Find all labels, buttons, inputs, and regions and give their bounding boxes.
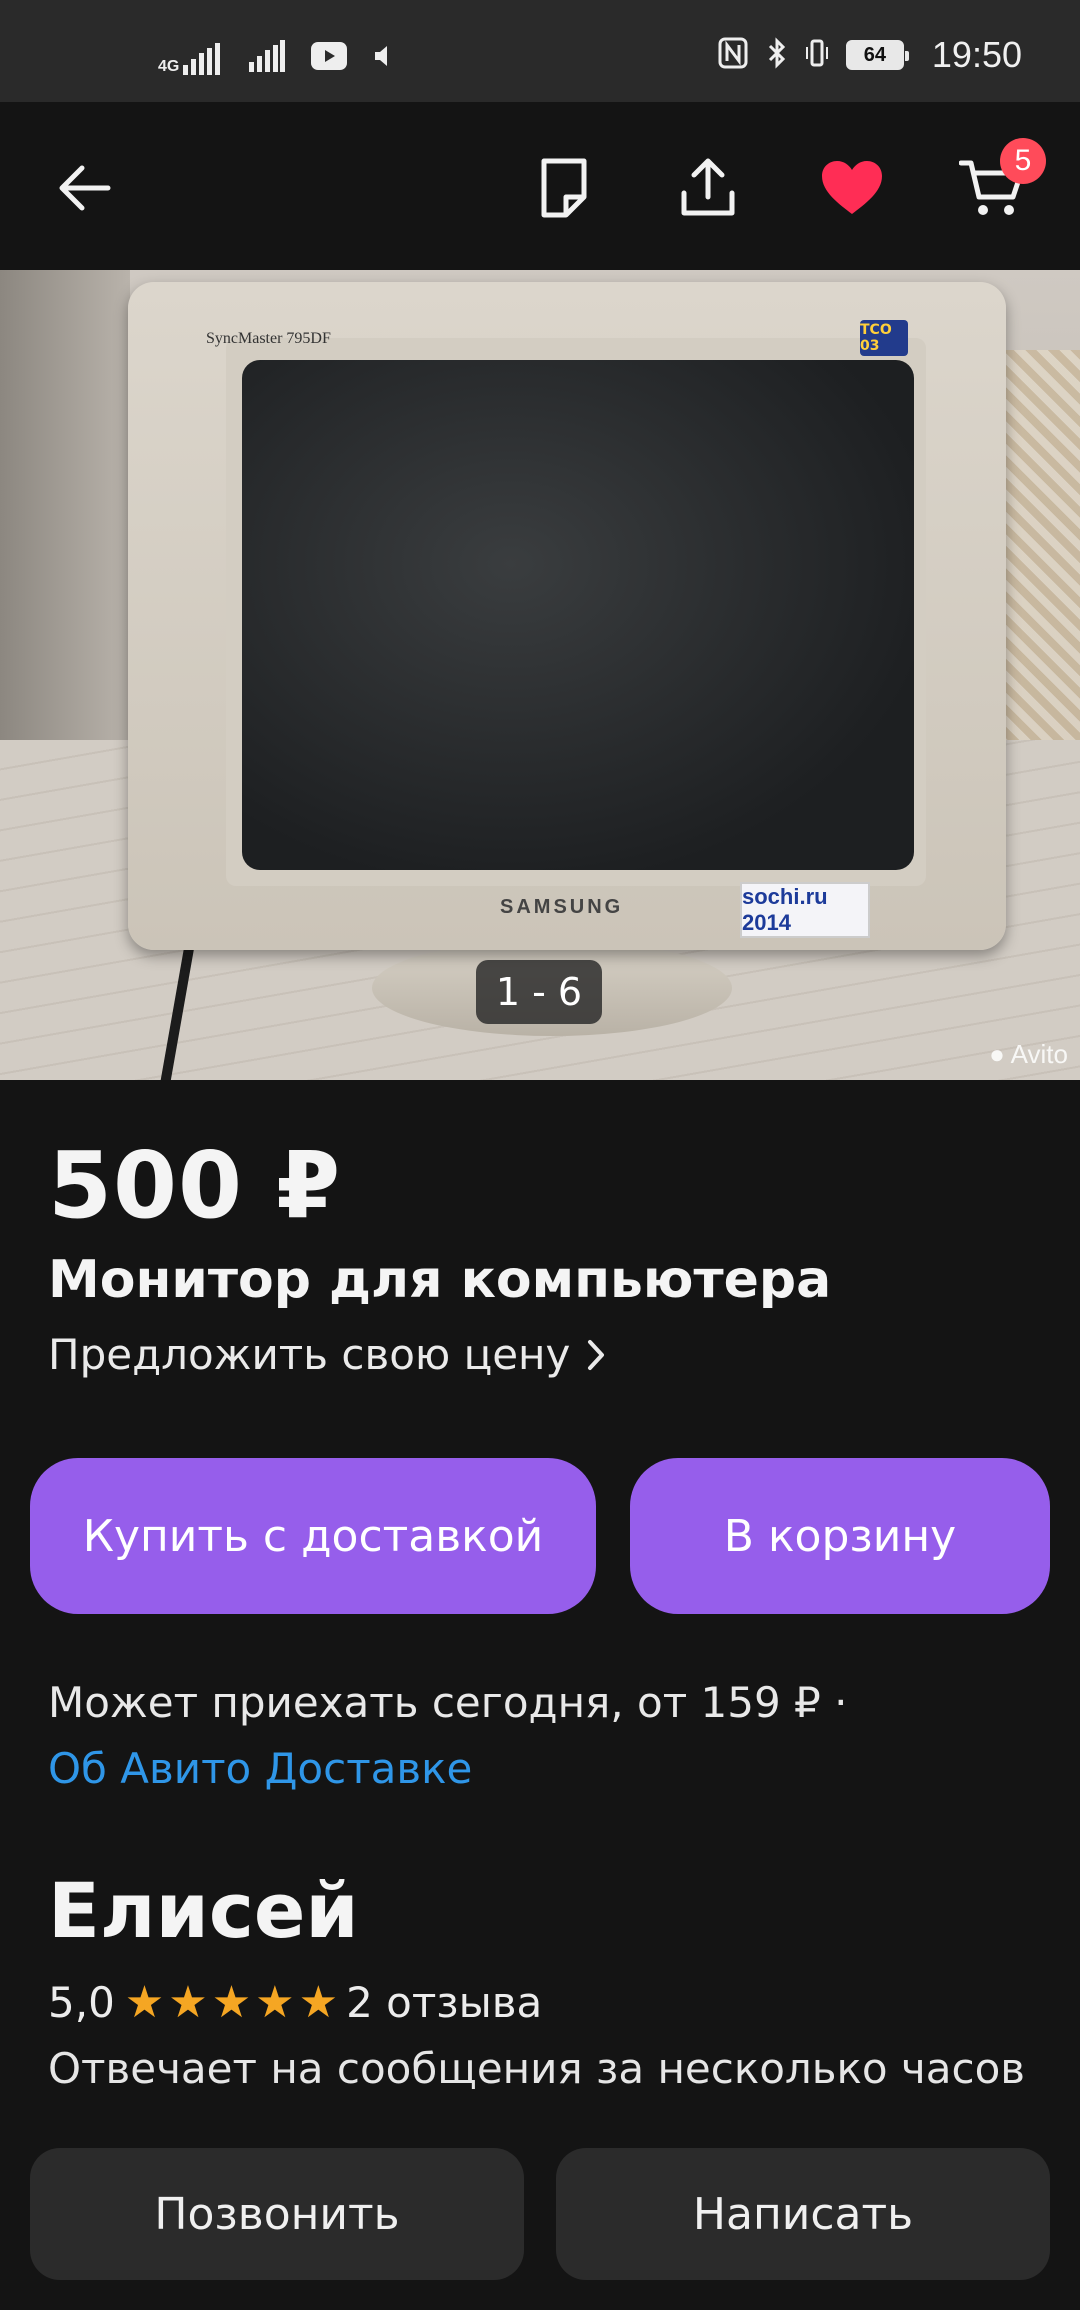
photo-bg-left xyxy=(0,270,130,750)
offer-price-label: Предложить свою цену xyxy=(48,1330,571,1379)
photo-gallery[interactable]: SyncMaster 795DF TCO 03 SAMSUNG sochi.ru… xyxy=(0,270,1080,1080)
buy-with-delivery-button[interactable]: Купить с доставкой xyxy=(30,1458,596,1614)
rating-stars: ★ ★ ★ ★ ★ xyxy=(124,1976,339,2028)
status-bar: 4G 64 19:50 xyxy=(0,0,1080,102)
cart-button[interactable]: 5 xyxy=(950,138,1046,230)
listing-page: 4G 64 19:50 5 SyncMaster 795DF TCO 03 SA… xyxy=(0,0,1080,2310)
volume-mute-icon xyxy=(373,44,393,73)
cart-count-badge: 5 xyxy=(1000,138,1046,184)
battery-level: 64 xyxy=(863,43,887,66)
star-icon: ★ xyxy=(298,1976,339,2028)
monitor-photo: SyncMaster 795DF TCO 03 SAMSUNG sochi.ru… xyxy=(128,282,1006,950)
seller-rating[interactable]: 5,0 ★ ★ ★ ★ ★ 2 отзыва xyxy=(48,1978,542,2027)
monitor-brand-label: SAMSUNG xyxy=(500,896,624,918)
star-icon: ★ xyxy=(211,1976,252,2028)
top-app-bar: 5 xyxy=(0,102,1080,270)
note-icon xyxy=(541,158,587,218)
share-icon xyxy=(681,158,735,216)
bluetooth-icon xyxy=(766,36,788,74)
status-left: 4G xyxy=(158,40,393,77)
back-button[interactable] xyxy=(42,146,126,230)
back-arrow-icon xyxy=(59,165,111,211)
star-icon: ★ xyxy=(124,1976,165,2028)
tco-sticker: TCO 03 xyxy=(860,320,908,356)
price: 500 ₽ xyxy=(48,1132,342,1239)
chevron-right-icon xyxy=(588,1339,605,1370)
monitor-screen xyxy=(242,360,914,870)
clock: 19:50 xyxy=(931,34,1022,75)
avito-watermark: ● Avito xyxy=(989,1039,1068,1070)
heart-icon xyxy=(822,161,882,214)
offer-price-link[interactable]: Предложить свою цену xyxy=(48,1330,606,1379)
signal-4g-icon: 4G xyxy=(158,42,223,75)
photo-counter: 1 - 6 xyxy=(476,960,602,1024)
star-icon: ★ xyxy=(168,1976,208,2028)
signal-icon xyxy=(249,40,286,77)
nfc-icon xyxy=(718,37,748,74)
reviews-count: 2 отзыва xyxy=(346,1978,543,2027)
youtube-icon xyxy=(311,42,348,75)
call-button[interactable]: Позвонить xyxy=(30,2148,524,2280)
share-button[interactable] xyxy=(666,146,750,230)
response-time: Отвечает на сообщения за несколько часов xyxy=(48,2044,1026,2093)
battery-icon: 64 xyxy=(845,40,909,70)
watermark-text: Avito xyxy=(1010,1039,1068,1069)
add-to-cart-button[interactable]: В корзину xyxy=(630,1458,1050,1614)
status-right: 64 19:50 xyxy=(718,34,1022,76)
rating-value: 5,0 xyxy=(48,1978,115,2027)
star-icon: ★ xyxy=(255,1976,295,2028)
monitor-model-label: SyncMaster 795DF xyxy=(206,330,331,347)
favorite-button[interactable] xyxy=(810,146,894,230)
network-type-label: 4G xyxy=(158,57,180,75)
avito-logo-icon: ● xyxy=(989,1039,1005,1069)
message-button[interactable]: Написать xyxy=(556,2148,1050,2280)
listing-title: Монитор для компьютера xyxy=(48,1250,832,1310)
avito-delivery-link[interactable]: Об Авито Доставке xyxy=(48,1744,472,1793)
delivery-info: Может приехать сегодня, от 159 ₽ · xyxy=(48,1678,848,1727)
note-button[interactable] xyxy=(522,146,606,230)
vibrate-icon xyxy=(805,37,828,74)
seller-name[interactable]: Елисей xyxy=(48,1866,359,1955)
sochi-sticker: sochi.ru 2014 xyxy=(740,882,870,938)
